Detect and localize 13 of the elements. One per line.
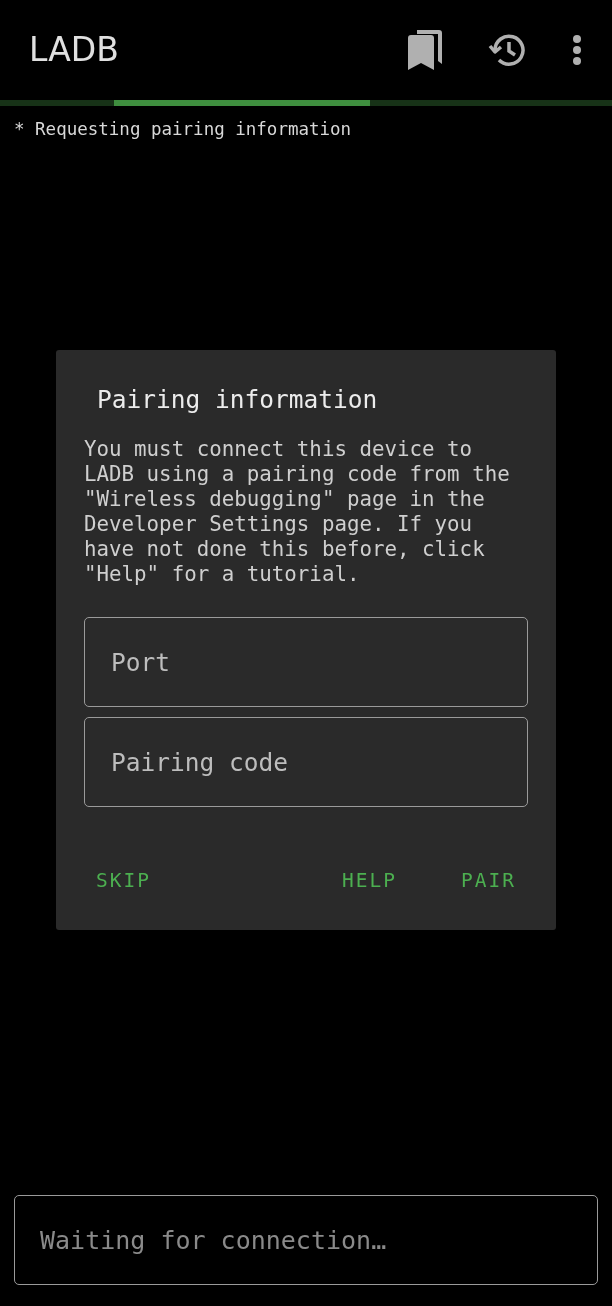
- dialog-button[interactable]: PAIR: [449, 862, 528, 900]
- dialog-title: Pairing information: [97, 384, 379, 417]
- dialog-message: You must connect this device to LADB using a pairing code from the "Wireless debugging" page in the Developer Settings page. If you have not done this before, click "Help" for a tutorial.: [84, 437, 511, 587]
- dialog-button[interactable]: SKIP: [84, 862, 163, 900]
- app-title: LADB: [29, 29, 120, 72]
- more-menu-icon[interactable]: [572, 35, 582, 65]
- bookmarks-icon[interactable]: [408, 30, 442, 70]
- command-field[interactable]: Waiting for connection…: [14, 1195, 598, 1285]
- history-icon[interactable]: [488, 33, 526, 67]
- text-field[interactable]: Port: [84, 617, 528, 707]
- dialog-button[interactable]: HELP: [330, 862, 410, 900]
- log-line: * Requesting pairing information: [14, 118, 353, 141]
- text-field[interactable]: Pairing code: [84, 717, 528, 807]
